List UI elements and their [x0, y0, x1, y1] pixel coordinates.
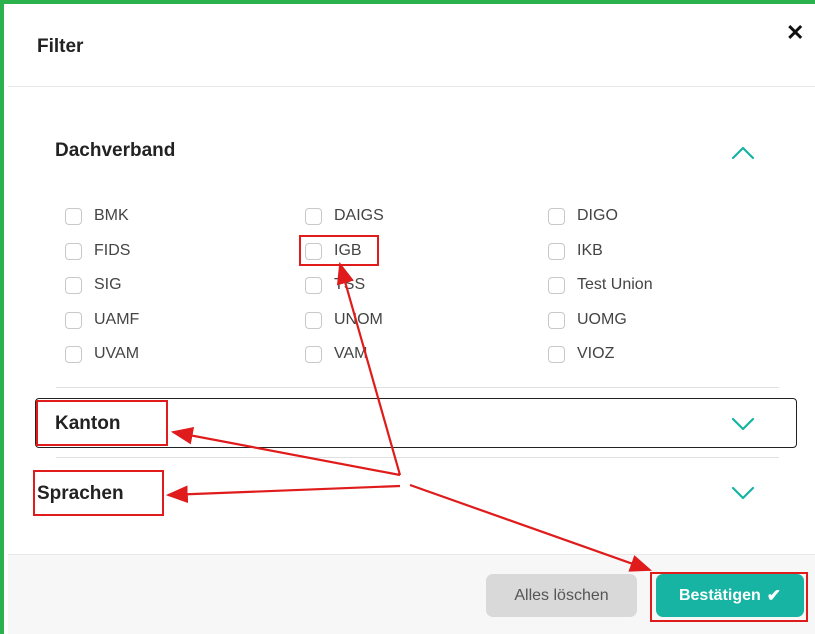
- annotation-box-kanton: [36, 400, 168, 446]
- option-vioz[interactable]: VIOZ: [548, 343, 614, 365]
- option-sig[interactable]: SIG: [65, 274, 122, 296]
- option-digo[interactable]: DIGO: [548, 205, 618, 227]
- annotation-box-confirm: [650, 572, 808, 622]
- option-uvam[interactable]: UVAM: [65, 343, 139, 365]
- close-icon[interactable]: ✕: [786, 22, 804, 44]
- option-tss[interactable]: TSS: [305, 274, 365, 296]
- checkbox[interactable]: [548, 242, 565, 260]
- chevron-down-icon[interactable]: [731, 416, 755, 432]
- checkbox[interactable]: [65, 242, 82, 260]
- checkbox[interactable]: [65, 207, 82, 225]
- option-test-union[interactable]: Test Union: [548, 274, 653, 296]
- option-bmk[interactable]: BMK: [65, 205, 129, 227]
- checkbox[interactable]: [548, 311, 565, 329]
- option-uamf[interactable]: UAMF: [65, 309, 139, 331]
- checkbox[interactable]: [548, 276, 565, 294]
- option-unom[interactable]: UNOM: [305, 309, 383, 331]
- option-fids[interactable]: FIDS: [65, 240, 130, 262]
- checkbox[interactable]: [305, 207, 322, 225]
- option-daigs[interactable]: DAIGS: [305, 205, 384, 227]
- clear-all-label: Alles löschen: [514, 586, 609, 604]
- section-title-dachverband: Dachverband: [55, 140, 176, 161]
- clear-all-button[interactable]: Alles löschen: [486, 574, 637, 617]
- option-uomg[interactable]: UOMG: [548, 309, 627, 331]
- annotation-box-igb: [299, 235, 379, 266]
- annotation-box-sprachen: [33, 470, 164, 516]
- divider: [56, 457, 779, 458]
- modal-title: Filter: [37, 36, 84, 57]
- option-vam[interactable]: VAM: [305, 343, 367, 365]
- divider: [56, 387, 779, 388]
- checkbox[interactable]: [548, 207, 565, 225]
- chevron-up-icon[interactable]: [731, 144, 755, 160]
- checkbox[interactable]: [65, 311, 82, 329]
- checkbox[interactable]: [305, 276, 322, 294]
- checkbox[interactable]: [305, 345, 322, 363]
- checkbox[interactable]: [65, 276, 82, 294]
- checkbox[interactable]: [65, 345, 82, 363]
- filter-modal: Filter ✕ Dachverband BMK DAIGS DIGO FIDS…: [8, 6, 815, 634]
- chevron-down-icon[interactable]: [731, 485, 755, 501]
- checkbox[interactable]: [548, 345, 565, 363]
- option-ikb[interactable]: IKB: [548, 240, 603, 262]
- modal-header: Filter ✕: [8, 6, 815, 87]
- checkbox[interactable]: [305, 311, 322, 329]
